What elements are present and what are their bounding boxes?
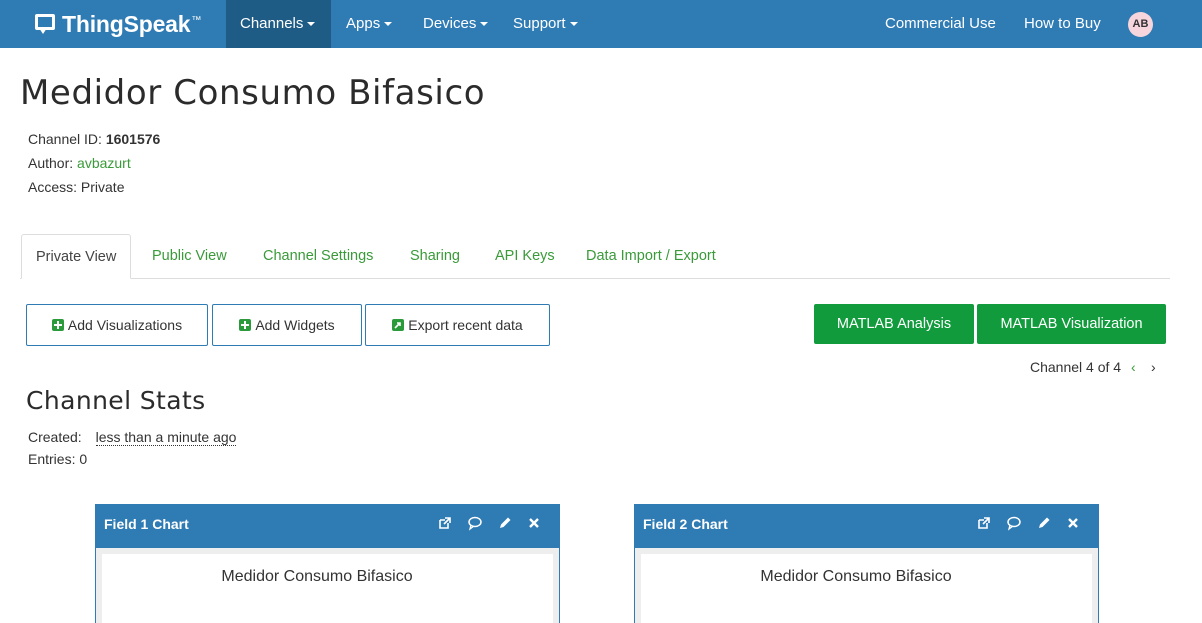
- nav-channels[interactable]: Channels: [226, 0, 331, 48]
- chart-area: Medidor Consumo Bifasico: [102, 554, 553, 623]
- channel-id-label: Channel ID:: [28, 131, 106, 147]
- chevron-left-icon[interactable]: ‹: [1131, 359, 1136, 375]
- top-navbar: ThingSpeak ™ Channels Apps Devices Suppor…: [0, 0, 1202, 48]
- channel-stats-title: Channel Stats: [26, 386, 206, 415]
- external-link-icon[interactable]: [437, 515, 453, 531]
- chat-bubble-logo-icon: [34, 13, 56, 35]
- add-visualizations-label: Add Visualizations: [67, 317, 183, 333]
- nav-devices[interactable]: Devices: [409, 0, 502, 48]
- entries-label: Entries:: [28, 451, 80, 467]
- nav-devices-label: Devices: [423, 15, 477, 32]
- comment-icon[interactable]: [467, 515, 483, 531]
- nav-commercial-use[interactable]: Commercial Use: [871, 0, 1010, 48]
- created-label: Created:: [28, 429, 82, 445]
- panel-header: Field 1 Chart: [96, 505, 559, 548]
- chevron-right-icon[interactable]: ›: [1151, 359, 1156, 375]
- pencil-icon[interactable]: [497, 515, 513, 531]
- created-line: Created: less than a minute ago: [28, 429, 237, 446]
- entries-line: Entries: 0: [28, 451, 87, 467]
- avatar[interactable]: AB: [1128, 12, 1153, 37]
- pencil-icon[interactable]: [1036, 515, 1052, 531]
- nav-how-to-buy[interactable]: How to Buy: [1010, 0, 1115, 48]
- matlab-visualization-button[interactable]: MATLAB Visualization: [977, 304, 1166, 344]
- tab-private-view[interactable]: Private View: [21, 234, 132, 279]
- chart-title: Medidor Consumo Bifasico: [760, 568, 952, 585]
- caret-down-icon: [480, 22, 489, 27]
- created-value: less than a minute ago: [95, 429, 237, 446]
- thingspeak-logo[interactable]: ThingSpeak ™: [34, 8, 201, 40]
- tab-public-view[interactable]: Public View: [138, 234, 241, 279]
- entries-value: 0: [79, 451, 88, 467]
- caret-down-icon: [307, 22, 316, 27]
- nav-support-label: Support: [513, 15, 566, 32]
- add-widgets-button[interactable]: Add Widgets: [212, 304, 362, 346]
- channel-id-value: 1601576: [105, 131, 161, 147]
- tab-sharing[interactable]: Sharing: [396, 234, 474, 279]
- access-value: Private: [80, 179, 125, 195]
- export-recent-data-button[interactable]: Export recent data: [365, 304, 550, 346]
- access-line: Access: Private: [28, 179, 124, 195]
- export-recent-data-label: Export recent data: [408, 317, 523, 333]
- caret-down-icon: [384, 22, 393, 27]
- channel-pager-label: Channel 4 of 4: [1030, 359, 1122, 375]
- export-arrow-icon: [392, 319, 405, 331]
- panel-title: Field 2 Chart: [643, 516, 728, 532]
- author-label: Author:: [28, 155, 78, 171]
- brand-name: ThingSpeak: [62, 10, 191, 37]
- channel-id-line: Channel ID: 1601576: [28, 131, 160, 147]
- nav-support[interactable]: Support: [499, 0, 592, 48]
- matlab-analysis-button[interactable]: MATLAB Analysis: [814, 304, 974, 344]
- nav-apps[interactable]: Apps: [332, 0, 406, 48]
- nav-apps-label: Apps: [346, 15, 381, 32]
- tab-channel-settings[interactable]: Channel Settings: [249, 234, 387, 279]
- nav-channels-label: Channels: [240, 15, 304, 32]
- close-icon[interactable]: [526, 515, 542, 531]
- tab-api-keys[interactable]: API Keys: [481, 234, 569, 279]
- author-line: Author: avbazurt: [28, 155, 131, 171]
- page-title: Medidor Consumo Bifasico: [20, 73, 486, 113]
- tab-data-import-export[interactable]: Data Import / Export: [572, 234, 730, 279]
- chart-title: Medidor Consumo Bifasico: [221, 568, 413, 585]
- comment-icon[interactable]: [1006, 515, 1022, 531]
- field-1-chart-panel: Field 1 Chart Medidor Consumo Bifasico: [95, 504, 560, 623]
- plus-square-icon: [239, 319, 252, 331]
- add-widgets-label: Add Widgets: [255, 317, 335, 333]
- access-label: Access:: [28, 179, 81, 195]
- plus-square-icon: [51, 319, 64, 331]
- external-link-icon[interactable]: [976, 515, 992, 531]
- chart-area: Medidor Consumo Bifasico: [641, 554, 1092, 623]
- caret-down-icon: [569, 22, 578, 27]
- close-icon[interactable]: [1065, 515, 1081, 531]
- field-2-chart-panel: Field 2 Chart Medidor Consumo Bifasico: [634, 504, 1099, 623]
- brand-trademark: ™: [191, 14, 202, 26]
- panel-title: Field 1 Chart: [104, 516, 189, 532]
- add-visualizations-button[interactable]: Add Visualizations: [26, 304, 208, 346]
- panel-header: Field 2 Chart: [635, 505, 1098, 548]
- author-link[interactable]: avbazurt: [77, 155, 131, 171]
